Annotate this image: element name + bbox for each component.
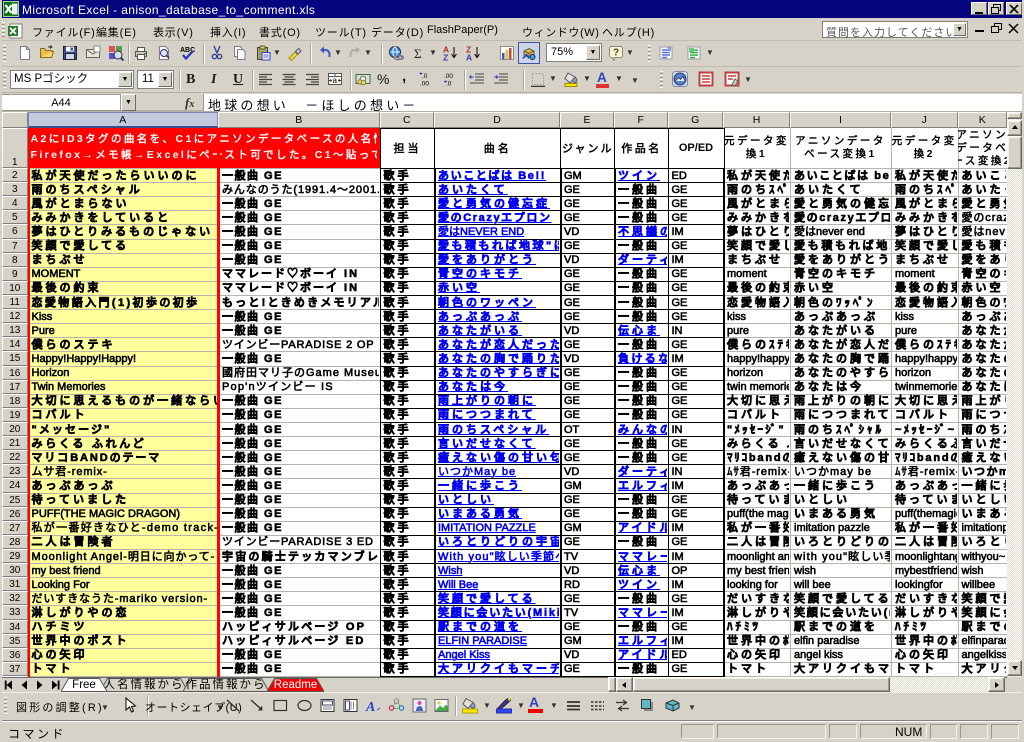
svg-text:A: A [365,700,375,714]
svg-text:.00: .00 [444,73,453,80]
svg-text:Z: Z [443,53,448,62]
svg-text:ABC: ABC [180,47,195,54]
svg-text:?: ? [613,48,619,59]
svg-text:a: a [333,76,338,85]
svg-text:.00: .00 [420,81,429,88]
svg-text:A: A [466,53,472,62]
svg-text:Σ: Σ [414,46,422,61]
svg-text:.0: .0 [422,73,428,80]
